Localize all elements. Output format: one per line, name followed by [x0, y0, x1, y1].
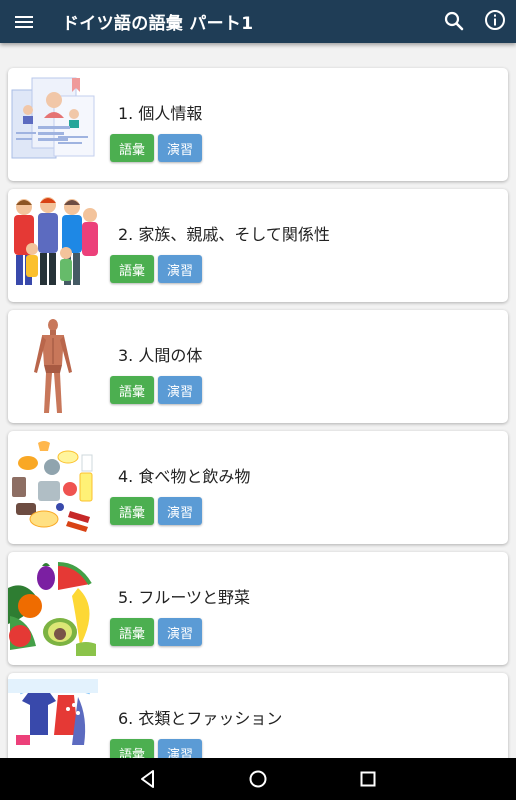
lesson-title: 4. 食べ物と飲み物 [118, 467, 251, 486]
info-icon[interactable] [483, 8, 507, 32]
lesson-card-family[interactable]: 2. 家族、親戚、そして関係性 語彙 演習 [8, 189, 508, 302]
lesson-card-human-body[interactable]: 3. 人間の体 語彙 演習 [8, 310, 508, 423]
exercise-button[interactable]: 演習 [158, 618, 202, 646]
family-illustration-icon [14, 197, 98, 285]
page-title: ドイツ語の語彙 パート1 [62, 14, 254, 34]
clothing-illustration-icon [8, 679, 98, 745]
vocabulary-button[interactable]: 語彙 [110, 255, 154, 283]
exercise-button[interactable]: 演習 [158, 739, 202, 758]
exercise-button[interactable]: 演習 [158, 134, 202, 162]
fruit-vegetable-illustration-icon [8, 562, 96, 656]
system-nav-bar [0, 758, 516, 800]
lesson-title: 2. 家族、親戚、そして関係性 [118, 225, 330, 244]
lesson-list[interactable]: 1. 個人情報 語彙 演習 2. 家族、親戚、そして関係性 語彙 演習 3. 人… [0, 43, 516, 758]
human-body-illustration-icon [34, 319, 72, 413]
vocabulary-button[interactable]: 語彙 [110, 134, 154, 162]
home-icon[interactable] [246, 767, 270, 791]
lesson-card-fruit-vegetable[interactable]: 5. フルーツと野菜 語彙 演習 [8, 552, 508, 665]
vocabulary-button[interactable]: 語彙 [110, 739, 154, 758]
search-icon[interactable] [442, 9, 466, 33]
vocabulary-button[interactable]: 語彙 [110, 376, 154, 404]
vocabulary-button[interactable]: 語彙 [110, 618, 154, 646]
recents-icon[interactable] [356, 767, 380, 791]
lesson-title: 3. 人間の体 [118, 346, 203, 365]
lesson-card-personal-info[interactable]: 1. 個人情報 語彙 演習 [8, 68, 508, 181]
lesson-card-clothing[interactable]: 6. 衣類とファッション 語彙 演習 [8, 673, 508, 758]
lesson-title: 6. 衣類とファッション [118, 709, 283, 728]
back-icon[interactable] [136, 767, 160, 791]
lesson-card-food-drink[interactable]: 4. 食べ物と飲み物 語彙 演習 [8, 431, 508, 544]
exercise-button[interactable]: 演習 [158, 376, 202, 404]
food-drink-illustration-icon [12, 441, 93, 532]
lesson-title: 5. フルーツと野菜 [118, 588, 251, 607]
exercise-button[interactable]: 演習 [158, 497, 202, 525]
lesson-title: 1. 個人情報 [118, 104, 203, 123]
app-bar: ドイツ語の語彙 パート1 [0, 0, 516, 43]
personal-info-illustration-icon [11, 77, 95, 159]
menu-icon[interactable] [12, 10, 36, 34]
vocabulary-button[interactable]: 語彙 [110, 497, 154, 525]
exercise-button[interactable]: 演習 [158, 255, 202, 283]
